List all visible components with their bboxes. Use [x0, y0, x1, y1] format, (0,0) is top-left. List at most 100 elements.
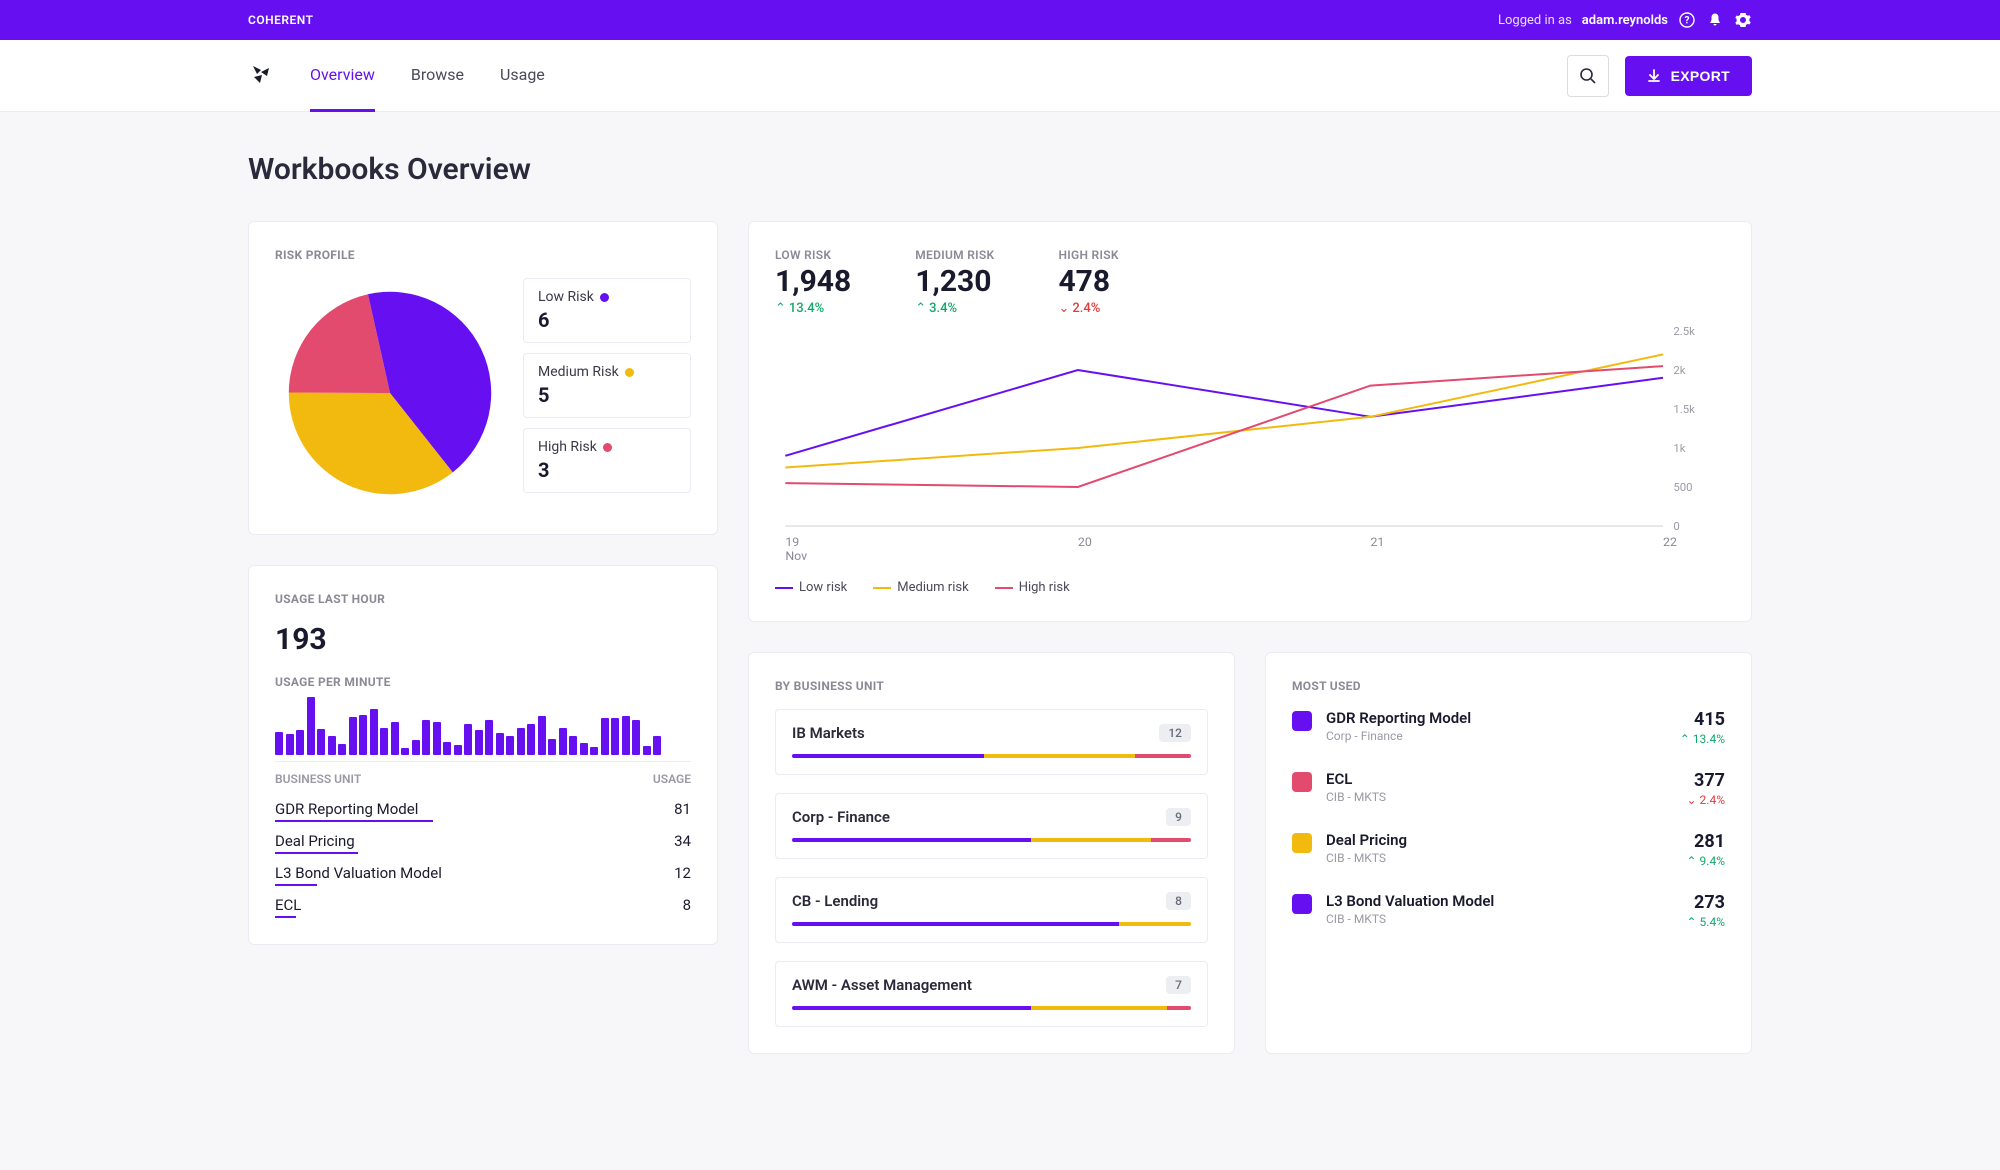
risk-profile-title: RISK PROFILE	[275, 248, 691, 262]
svg-text:1k: 1k	[1673, 442, 1685, 455]
stat-delta: ⌃ 3.4%	[915, 301, 994, 316]
trend-card: LOW RISK1,948⌃ 13.4%MEDIUM RISK1,230⌃ 3.…	[748, 221, 1752, 622]
bu-count-badge: 9	[1166, 808, 1191, 826]
brand: COHERENT	[248, 13, 313, 27]
svg-text:500: 500	[1673, 481, 1692, 494]
bu-item[interactable]: CB - Lending 8	[775, 877, 1208, 943]
svg-text:20: 20	[1078, 535, 1092, 549]
legend-item[interactable]: High Risk 3	[523, 428, 691, 493]
mu-delta: ⌄ 2.4%	[1687, 793, 1725, 807]
stat-value: 1,230	[915, 264, 994, 299]
search-button[interactable]	[1567, 55, 1609, 97]
row-value: 12	[674, 864, 691, 882]
svg-text:1.5k: 1.5k	[1673, 403, 1695, 416]
most-used-title: MOST USED	[1292, 679, 1725, 693]
mu-value: 273	[1687, 892, 1725, 913]
legend-dot-icon	[600, 293, 609, 302]
usage-title: USAGE LAST HOUR	[275, 592, 691, 606]
legend-dash-icon	[775, 587, 793, 589]
nav-tab-usage[interactable]: Usage	[500, 40, 545, 112]
bu-bar	[792, 1006, 1191, 1010]
search-icon	[1579, 67, 1597, 85]
risk-profile-card: RISK PROFILE Low Risk 6 Medium Risk 5 High…	[248, 221, 718, 535]
usage-card: USAGE LAST HOUR 193 USAGE PER MINUTE BUS…	[248, 565, 718, 945]
legend-item[interactable]: Low Risk 6	[523, 278, 691, 343]
username[interactable]: adam.reynolds	[1582, 13, 1668, 28]
bu-name: CB - Lending	[792, 892, 878, 910]
legend-label: Medium Risk	[538, 364, 619, 380]
download-icon	[1647, 69, 1661, 83]
bu-count-badge: 8	[1166, 892, 1191, 910]
nav-tab-browse[interactable]: Browse	[411, 40, 464, 112]
legend-item: High risk	[995, 580, 1070, 595]
mu-name: GDR Reporting Model	[1326, 709, 1666, 727]
legend-dash-icon	[873, 587, 891, 589]
mu-sub: CIB - MKTS	[1326, 912, 1673, 926]
risk-pie-chart	[275, 278, 505, 508]
bu-name: IB Markets	[792, 724, 865, 742]
table-row[interactable]: ECL8	[275, 886, 691, 918]
legend-label: Low risk	[799, 580, 847, 595]
col-business-unit: BUSINESS UNIT	[275, 772, 361, 786]
svg-text:Nov: Nov	[785, 549, 807, 563]
trend-line-chart: 05001k1.5k2k2.5k19202122Nov	[775, 326, 1725, 566]
bu-name: Corp - Finance	[792, 808, 890, 826]
export-label: EXPORT	[1671, 68, 1730, 84]
bu-item[interactable]: Corp - Finance 9	[775, 793, 1208, 859]
most-used-item[interactable]: L3 Bond Valuation Model CIB - MKTS 273 ⌃ 5.…	[1292, 892, 1725, 929]
gear-icon[interactable]	[1734, 11, 1752, 29]
help-icon[interactable]: ?	[1678, 11, 1696, 29]
page-title: Workbooks Overview	[248, 152, 1752, 187]
row-value: 81	[674, 800, 691, 818]
stat-label: LOW RISK	[775, 248, 851, 262]
mu-value: 415	[1680, 709, 1725, 730]
mu-name: ECL	[1326, 770, 1673, 788]
most-used-item[interactable]: ECL CIB - MKTS 377 ⌄ 2.4%	[1292, 770, 1725, 807]
bu-item[interactable]: AWM - Asset Management 7	[775, 961, 1208, 1027]
caret-up-icon: ⌃	[1687, 854, 1697, 868]
row-value: 34	[674, 832, 691, 850]
caret-down-icon: ⌄	[1058, 301, 1069, 316]
topbar: COHERENT Logged in as adam.reynolds ?	[0, 0, 2000, 40]
mu-value: 377	[1687, 770, 1725, 791]
col-usage: USAGE	[653, 772, 691, 786]
mu-name: L3 Bond Valuation Model	[1326, 892, 1673, 910]
logged-in-prefix: Logged in as	[1498, 13, 1572, 28]
swatch-icon	[1292, 833, 1312, 853]
caret-up-icon: ⌃	[1680, 732, 1690, 746]
legend-value: 6	[538, 308, 676, 332]
by-business-unit-card: BY BUSINESS UNIT IB Markets12Corp - Fina…	[748, 652, 1235, 1054]
legend-dot-icon	[625, 368, 634, 377]
svg-text:22: 22	[1663, 535, 1677, 549]
table-row[interactable]: GDR Reporting Model81	[275, 790, 691, 822]
legend-label: High risk	[1019, 580, 1070, 595]
legend-item: Medium risk	[873, 580, 968, 595]
mu-sub: CIB - MKTS	[1326, 790, 1673, 804]
legend-label: Medium risk	[897, 580, 968, 595]
bell-icon[interactable]	[1706, 11, 1724, 29]
caret-up-icon: ⌃	[915, 301, 926, 316]
most-used-item[interactable]: GDR Reporting ModelCorp - Finance415⌃ 13…	[1292, 709, 1725, 746]
caret-up-icon: ⌃	[1687, 915, 1697, 929]
export-button[interactable]: EXPORT	[1625, 56, 1752, 96]
stat-value: 478	[1058, 264, 1118, 299]
table-row[interactable]: Deal Pricing34	[275, 822, 691, 854]
bu-name: AWM - Asset Management	[792, 976, 972, 994]
swatch-icon	[1292, 894, 1312, 914]
most-used-item[interactable]: Deal PricingCIB - MKTS281⌃ 9.4%	[1292, 831, 1725, 868]
mu-delta: ⌃ 9.4%	[1687, 854, 1725, 868]
caret-up-icon: ⌃	[775, 301, 786, 316]
bu-count-badge: 7	[1166, 976, 1191, 994]
mu-delta: ⌃ 5.4%	[1687, 915, 1725, 929]
legend-item[interactable]: Medium Risk 5	[523, 353, 691, 418]
nav-tab-overview[interactable]: Overview	[310, 40, 375, 112]
caret-down-icon: ⌄	[1687, 793, 1697, 807]
swatch-icon	[1292, 772, 1312, 792]
stat-label: HIGH RISK	[1058, 248, 1118, 262]
logo-icon	[248, 63, 274, 89]
bu-bar	[792, 838, 1191, 842]
usage-per-minute-title: USAGE PER MINUTE	[275, 675, 691, 689]
bu-item[interactable]: IB Markets12	[775, 709, 1208, 775]
table-row[interactable]: L3 Bond Valuation Model12	[275, 854, 691, 886]
mu-delta: ⌃ 13.4%	[1680, 732, 1725, 746]
